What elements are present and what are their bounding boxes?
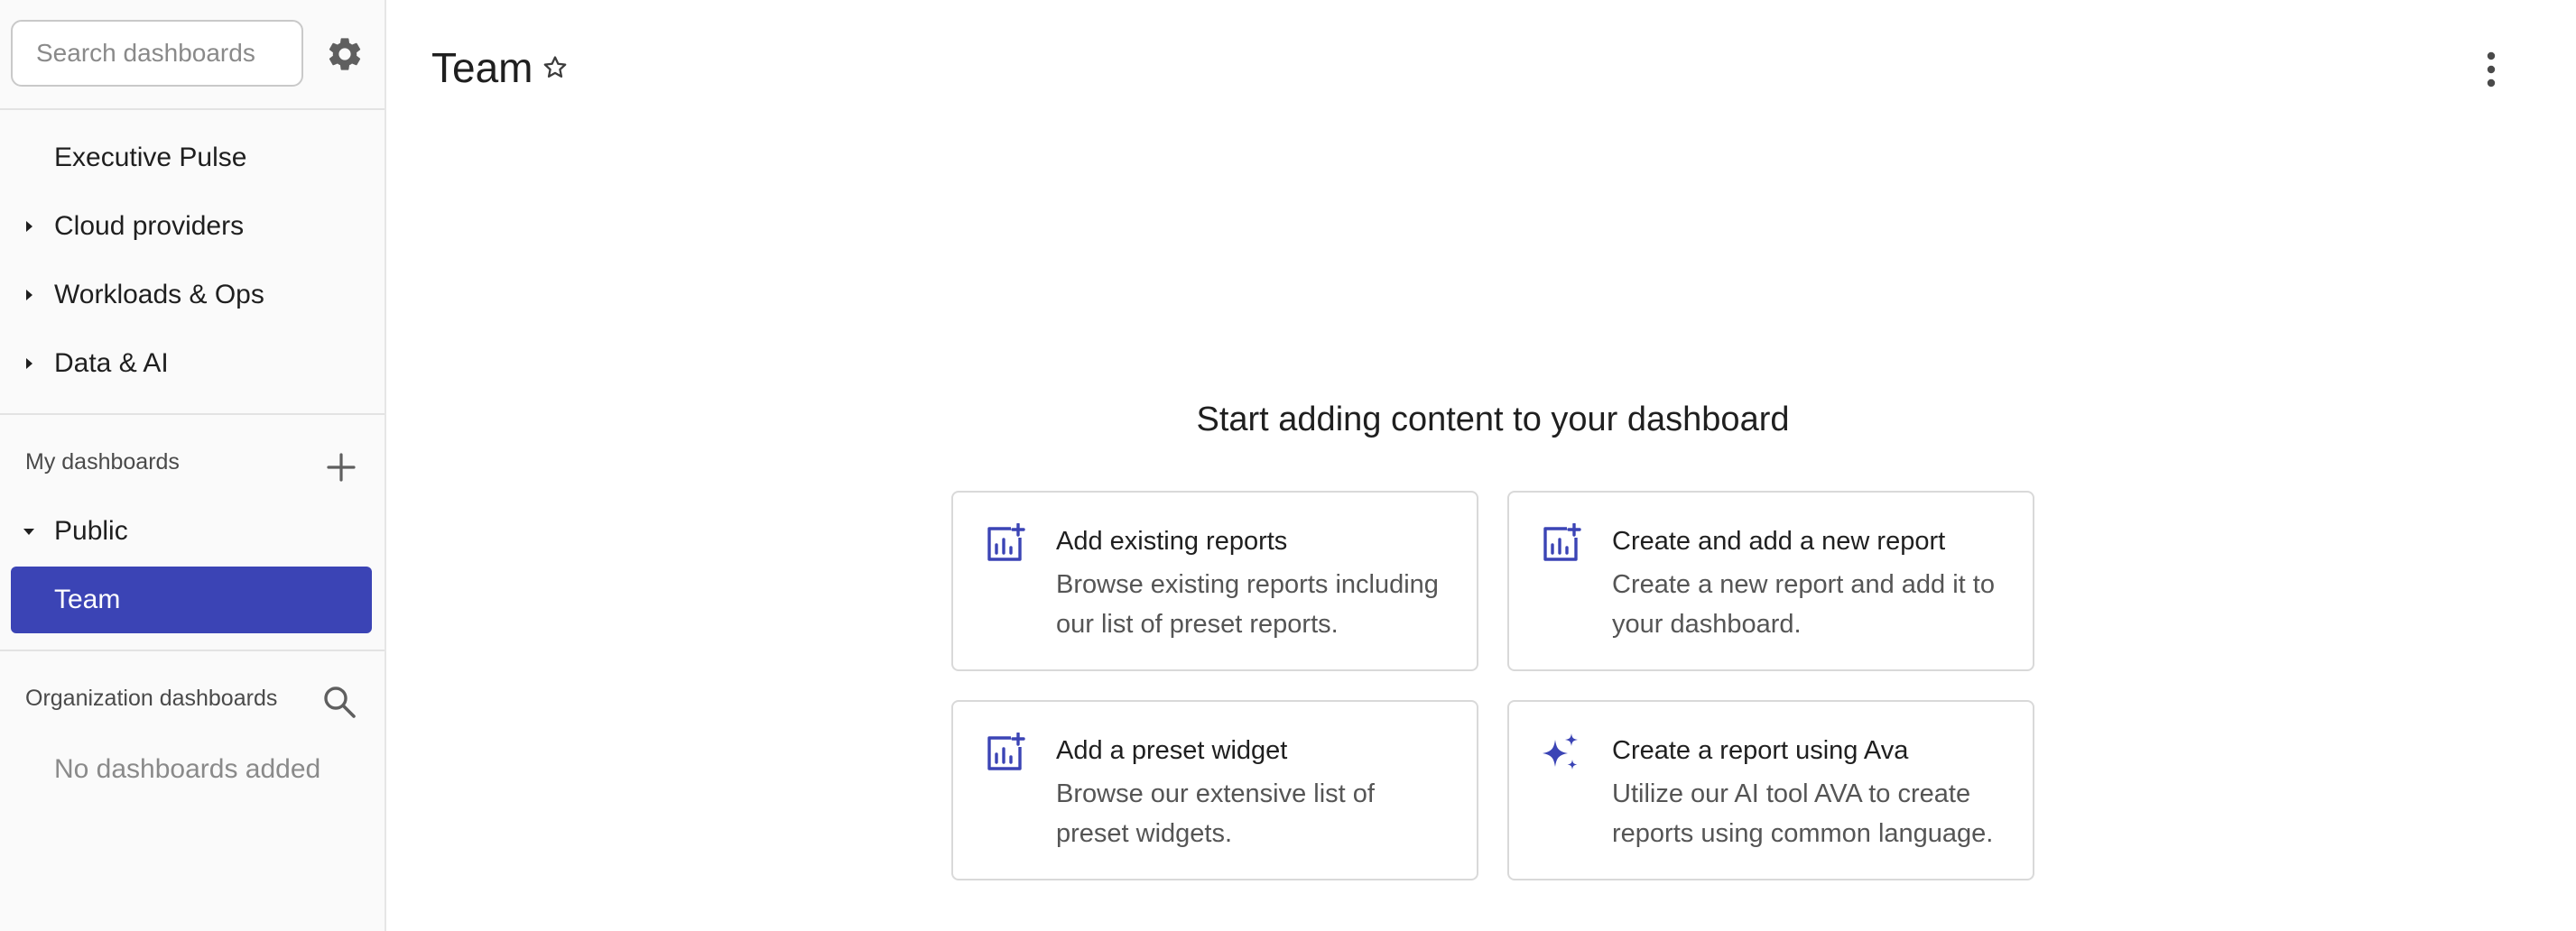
sidebar-group-public[interactable]: Public <box>0 498 385 565</box>
card-title: Create a report using Ava <box>1612 736 1909 765</box>
chart-add-icon <box>1543 523 1581 561</box>
card-description: Utilize our AI tool AVA to create report… <box>1612 779 1994 848</box>
add-preset-widget-card[interactable]: Add a preset widget Browse our extensive… <box>951 700 1478 880</box>
sidebar-item-label: Data & AI <box>54 348 169 378</box>
sparkle-icon <box>1543 733 1578 770</box>
settings-button[interactable] <box>325 34 365 74</box>
search-box[interactable] <box>11 20 303 87</box>
favorite-button[interactable] <box>542 54 569 81</box>
card-title: Add a preset widget <box>1056 736 1288 765</box>
sidebar-divider <box>0 413 385 415</box>
card-description: Browse our extensive list of preset widg… <box>1056 779 1375 848</box>
star-outline-icon <box>543 56 567 78</box>
search-org-dashboards-button[interactable] <box>321 684 357 720</box>
sidebar-item-label: Executive Pulse <box>54 143 247 172</box>
chart-add-icon <box>987 733 1025 770</box>
sidebar-item-data-ai[interactable]: Data & AI <box>0 330 385 397</box>
card-description: Browse existing reports including our li… <box>1056 570 1439 639</box>
sidebar-item-label: Workloads & Ops <box>54 280 264 309</box>
sidebar-item-label: Team <box>54 585 121 614</box>
search-icon <box>324 687 356 718</box>
sidebar-item-label: Cloud providers <box>54 211 245 241</box>
caret-down-icon <box>23 529 34 535</box>
search-input[interactable] <box>36 22 289 85</box>
chart-add-icon <box>987 523 1025 561</box>
plus-icon <box>327 453 356 482</box>
sidebar-item-label: Public <box>54 516 128 546</box>
caret-right-icon <box>26 358 32 369</box>
sidebar-item-executive-pulse[interactable]: Executive Pulse <box>0 124 385 191</box>
more-vertical-icon <box>2487 51 2496 88</box>
card-title: Add existing reports <box>1056 527 1288 556</box>
sidebar-item-team[interactable]: Team <box>11 567 372 633</box>
my-dashboards-heading: My dashboards <box>25 449 180 475</box>
gear-icon <box>329 38 361 70</box>
sidebar-divider <box>0 650 385 651</box>
add-existing-reports-card[interactable]: Add existing reports Browse existing rep… <box>951 491 1478 671</box>
page-title: Team <box>431 44 533 91</box>
caret-right-icon <box>26 221 32 232</box>
caret-right-icon <box>26 290 32 300</box>
empty-state-heading: Start adding content to your dashboard <box>1196 401 1790 438</box>
card-title: Create and add a new report <box>1612 527 1946 556</box>
card-description: Create a new report and add it to your d… <box>1612 570 1995 639</box>
sidebar-item-cloud-providers[interactable]: Cloud providers <box>0 193 385 260</box>
add-dashboard-button[interactable] <box>323 449 359 485</box>
org-dashboards-heading: Organization dashboards <box>25 686 278 711</box>
create-new-report-card[interactable]: Create and add a new report Create a new… <box>1507 491 2034 671</box>
create-report-ava-card[interactable]: Create a report using Ava Utilize our AI… <box>1507 700 2034 880</box>
more-options-button[interactable] <box>2475 49 2507 90</box>
sidebar-divider <box>0 108 385 110</box>
sidebar: Executive Pulse Cloud providers Workload… <box>0 0 386 931</box>
sidebar-item-workloads-ops[interactable]: Workloads & Ops <box>0 262 385 328</box>
no-dashboards-text: No dashboards added <box>54 754 321 784</box>
